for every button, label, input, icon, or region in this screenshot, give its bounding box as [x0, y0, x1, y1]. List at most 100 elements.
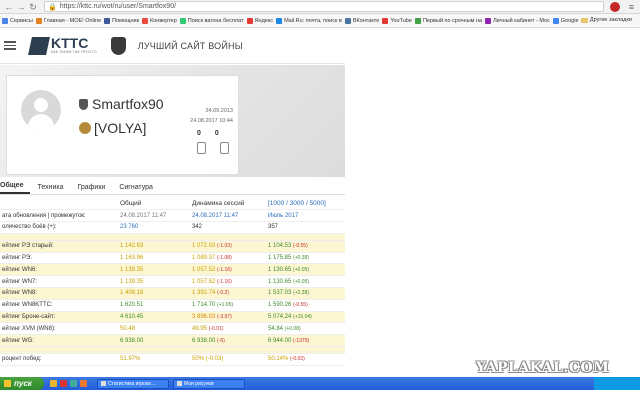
bookmark-item[interactable]: Mail.Ru: почта, поиск в: [276, 17, 342, 24]
address-bar[interactable]: 🔒 https://kttc.ru/wot/ru/user/Smartfox90…: [44, 1, 604, 12]
stat-overall: 1 139.35: [118, 263, 190, 277]
forward-icon[interactable]: →: [16, 2, 26, 12]
tab-vehicles[interactable]: Техника: [30, 184, 70, 194]
wot-shield-icon: [79, 98, 88, 110]
firefox-icon[interactable]: [80, 380, 87, 387]
extension-icon[interactable]: [610, 2, 620, 12]
browser-menu-icon[interactable]: ≡: [629, 2, 634, 12]
bookmark-favicon-icon: [142, 17, 149, 24]
player-nickname: Smartfox90: [79, 96, 164, 112]
reload-icon[interactable]: ↻: [28, 2, 38, 12]
avatar: [21, 90, 61, 130]
bookmark-item[interactable]: YouTube: [382, 17, 412, 24]
bookmark-item[interactable]: Первый по срочным на: [414, 17, 482, 24]
stat-session: 1 072.03 (-1.03): [190, 240, 266, 253]
table-row: ейтинг РЭ старый: 1 142.63 1 072.03 (-1.03…: [0, 240, 345, 253]
stat-label: ейтинг WN6:: [0, 263, 118, 277]
delta-value: (-6): [217, 337, 225, 344]
delta-value: (+0.05): [293, 278, 310, 285]
system-tray: [594, 377, 640, 390]
bookmark-item[interactable]: Яндекс: [246, 17, 273, 24]
stat-range: 50.14% (-0.03): [266, 353, 345, 366]
table-row: ейтинг РЭ: 1 163.96 1 089.37 (-1.08) 1 175.…: [0, 252, 345, 265]
profile-tabs: Общее Техника Графики Сигнатура: [0, 180, 345, 195]
stat-range: 5 074.24 (+15.04): [266, 311, 345, 324]
task-my-pictures[interactable]: Мои рисунки: [173, 378, 245, 389]
stat-label: ейтинг WN7:: [0, 275, 118, 289]
stat-range: 1 175.85 (+0.38): [266, 252, 345, 265]
date-registered: 24.09.2013: [205, 108, 233, 114]
chrome-icon[interactable]: [70, 380, 77, 387]
delta-value: (-1.03): [217, 243, 232, 250]
thumbs-down-icon[interactable]: [220, 142, 229, 154]
thumbs-up-icon[interactable]: [197, 142, 206, 154]
bookmark-favicon-icon: [552, 17, 559, 24]
bookmark-item[interactable]: Сервисы: [2, 17, 33, 24]
opera-icon[interactable]: [60, 380, 67, 387]
table-header-row: Общий Динамика сессий [1000 / 3000 / 500…: [0, 198, 345, 211]
stat-range: 1 590.26 (-0.55): [266, 299, 345, 312]
stat-session: 1 089.37 (-1.08): [190, 252, 266, 265]
tab-general[interactable]: Общее: [0, 182, 31, 194]
player-clan[interactable]: [VOLYA]: [79, 120, 146, 136]
stat-overall: 51.97%: [118, 353, 190, 366]
bookmark-item[interactable]: Главная - МОЕ! Online: [35, 17, 101, 24]
delta-value: (-0.01): [208, 325, 224, 332]
site-logo[interactable]: KTTC КАК ТАНКИ ТАК ПРОСТО: [51, 36, 97, 54]
delta-value: (-3.97): [217, 314, 232, 321]
table-spacer-row: [0, 233, 345, 241]
stat-range: 1 130.65 (+0.05): [266, 263, 345, 277]
table-row: ейтинг WN8: 1 408.18 1 392.74 (-0.2) 1 537.…: [0, 287, 345, 300]
bookmark-favicon-icon: [179, 17, 186, 24]
profile-card: Smartfox90 [VOLYA] 24.09.2013 24.08.2017…: [6, 75, 239, 175]
delta-value: (-1.16): [217, 278, 232, 285]
bookmark-item[interactable]: Конвертер: [142, 17, 177, 24]
clan-emblem-icon: [79, 122, 91, 134]
logo-mark-icon[interactable]: [28, 36, 50, 55]
header-range[interactable]: [1000 / 3000 / 5000]: [266, 198, 345, 211]
stat-range: 1 130.65 (+0.05): [266, 275, 345, 289]
header-label: [0, 198, 118, 211]
start-button[interactable]: пуск: [0, 377, 44, 390]
bookmark-item[interactable]: Личный кабинет - Мос: [485, 17, 550, 24]
bookmark-favicon-icon: [414, 17, 421, 24]
back-icon[interactable]: ←: [4, 2, 14, 12]
bookmark-item[interactable]: Google: [552, 17, 579, 24]
bookmark-favicon-icon: [2, 17, 8, 24]
vote-buttons: [197, 142, 229, 154]
bookmark-favicon-icon: [276, 17, 283, 24]
table-row: ейтинг WN8KTTC: 1 620.51 1 714.70 (+1.05) 1…: [0, 299, 345, 312]
tab-signature[interactable]: Сигнатура: [112, 184, 160, 194]
table-row: ейтинг WN6: 1 139.35 1 057.52 (-1.16) 1 130…: [0, 263, 345, 277]
task-statistics[interactable]: Статистика игрока ...: [97, 378, 169, 389]
bookmark-favicon-icon: [35, 17, 42, 24]
chrome-icon: [101, 381, 106, 386]
bookmark-item[interactable]: Помощник: [104, 17, 139, 24]
tab-charts[interactable]: Графики: [70, 184, 112, 194]
table-row: оличество боёв (+): 23 760 342 357: [0, 221, 345, 234]
table-row: роцент побед: 51.97% 50% (-0.03) 50.14% (-0…: [0, 353, 345, 366]
wot-shield-icon[interactable]: [110, 36, 126, 55]
delta-value: (+15.04): [293, 314, 312, 321]
stat-overall: 1 163.96: [118, 252, 190, 265]
stat-session: 1 392.74 (-0.2): [190, 287, 266, 300]
stat-session: 24.08.2017 11:47: [190, 209, 266, 223]
stat-label: ейтинг РЭ:: [0, 252, 118, 265]
delta-value: (-0.03): [290, 356, 305, 363]
date-last-battle: 24.08.2017 10:44: [190, 118, 233, 124]
folder-icon[interactable]: [50, 380, 57, 387]
bookmark-item[interactable]: Поиск вагона бесплат: [179, 17, 244, 24]
profile-banner: Smartfox90 [VOLYA] 24.09.2013 24.08.2017…: [0, 65, 345, 177]
bookmark-item[interactable]: ВКонтакте: [344, 17, 379, 24]
delta-value: (+0.05): [293, 266, 310, 273]
profile-dates: 24.09.2013 24.08.2017 10:44: [187, 106, 233, 126]
stat-label: ейтинг WG:: [0, 334, 118, 348]
bookmark-favicon-icon: [344, 17, 351, 24]
stat-range: 6 944.00 (-1379): [266, 334, 345, 348]
stats-table: Общий Динамика сессий [1000 / 3000 / 500…: [0, 198, 345, 366]
bookmarks-bar: Сервисы Главная - МОЕ! Online Помощник Конв…: [0, 14, 640, 28]
other-bookmarks[interactable]: Другие закладки: [580, 17, 632, 23]
hamburger-menu-icon[interactable]: [4, 39, 16, 52]
stat-label: ейтинг Броне-сайт:: [0, 311, 118, 324]
folder-icon: [580, 17, 588, 23]
